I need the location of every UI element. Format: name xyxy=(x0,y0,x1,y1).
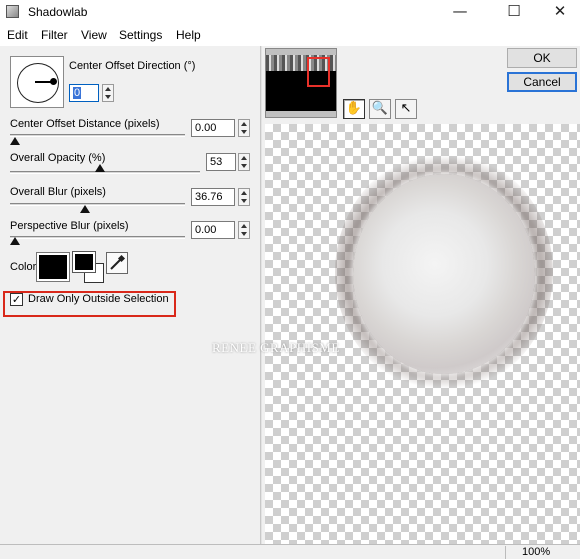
perspective-blur-thumb[interactable] xyxy=(10,237,20,245)
perspective-blur-track[interactable] xyxy=(10,236,185,239)
opacity-label: Overall Opacity (%) xyxy=(10,152,106,164)
cancel-button[interactable]: Cancel xyxy=(507,72,577,92)
foreground-swatch[interactable] xyxy=(72,251,96,273)
direction-value: 0 xyxy=(73,87,82,99)
window-title: Shadowlab xyxy=(28,5,88,19)
app-icon xyxy=(6,5,19,18)
blur-thumb[interactable] xyxy=(80,205,90,213)
title-bar: Shadowlab — ☐ ✕ xyxy=(0,0,580,26)
close-button[interactable]: ✕ xyxy=(540,0,580,24)
menu-help[interactable]: Help xyxy=(176,28,201,42)
offset-distance-track[interactable] xyxy=(10,134,185,137)
menu-edit[interactable]: Edit xyxy=(7,28,28,42)
blur-label: Overall Blur (pixels) xyxy=(10,186,106,198)
zoom-level: 100% xyxy=(522,546,551,558)
eyedropper-icon xyxy=(110,254,126,270)
status-separator xyxy=(505,546,506,559)
color-swatch[interactable] xyxy=(36,252,70,282)
blur-spinner[interactable] xyxy=(238,188,250,206)
draw-outside-checkbox[interactable]: ✓ xyxy=(10,293,23,306)
opacity-input[interactable]: 53 xyxy=(206,153,236,171)
status-bar: 100% xyxy=(0,544,580,559)
direction-dial[interactable] xyxy=(10,56,64,108)
menu-view[interactable]: View xyxy=(81,28,107,42)
eyedropper-button[interactable] xyxy=(106,252,128,274)
watermark: RENEE GRAPHISME xyxy=(212,340,340,355)
menu-bar: Edit Filter View Settings Help xyxy=(0,26,580,46)
ok-button[interactable]: OK xyxy=(507,48,577,68)
minimize-button[interactable]: — xyxy=(440,0,480,24)
navigator-thumbnail[interactable] xyxy=(265,48,337,118)
zoom-tool-button[interactable]: 🔍 xyxy=(369,99,391,119)
pan-tool-button[interactable]: ✋ xyxy=(343,99,365,119)
magnifier-icon: 🔍 xyxy=(371,101,389,116)
menu-settings[interactable]: Settings xyxy=(119,28,162,42)
select-tool-button[interactable]: ↖ xyxy=(395,99,417,119)
perspective-blur-label: Perspective Blur (pixels) xyxy=(10,220,129,232)
direction-input[interactable]: 0 xyxy=(69,84,99,102)
direction-label: Center Offset Direction (°) xyxy=(69,60,196,72)
offset-distance-input[interactable]: 0.00 xyxy=(191,119,235,137)
offset-distance-label: Center Offset Distance (pixels) xyxy=(10,118,160,130)
dial-handle[interactable] xyxy=(50,78,57,85)
moon-image xyxy=(353,174,535,374)
hand-icon: ✋ xyxy=(345,101,363,116)
opacity-spinner[interactable] xyxy=(238,153,250,171)
arrow-pointer-icon: ↖ xyxy=(400,101,412,116)
direction-spinner[interactable] xyxy=(102,84,114,102)
blur-track[interactable] xyxy=(10,203,185,206)
preview-canvas[interactable] xyxy=(265,124,580,544)
maximize-button[interactable]: ☐ xyxy=(494,0,534,24)
opacity-track[interactable] xyxy=(10,171,200,174)
offset-distance-spinner[interactable] xyxy=(238,119,250,137)
opacity-thumb[interactable] xyxy=(95,164,105,172)
panel-divider xyxy=(260,46,262,544)
offset-distance-thumb[interactable] xyxy=(10,137,20,145)
perspective-blur-spinner[interactable] xyxy=(238,221,250,239)
perspective-blur-input[interactable]: 0.00 xyxy=(191,221,235,239)
draw-outside-label[interactable]: Draw Only Outside Selection xyxy=(28,293,169,305)
color-label: Color xyxy=(10,261,37,273)
menu-filter[interactable]: Filter xyxy=(41,28,68,42)
blur-input[interactable]: 36.76 xyxy=(191,188,235,206)
viewport-indicator[interactable] xyxy=(307,57,330,87)
